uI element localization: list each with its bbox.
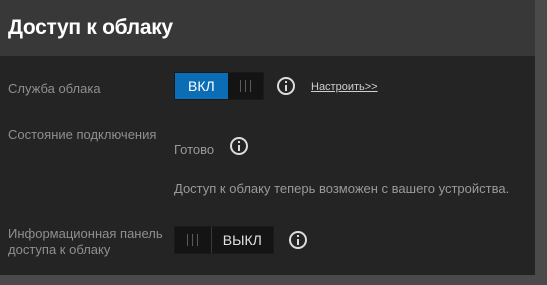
toggle-off-label: ВЫКЛ [210,227,273,253]
dashboard-access-label: Информационная панель доступа к облаку [8,226,163,257]
cloud-service-label: Служба облака [8,81,101,96]
dashboard-access-toggle[interactable]: ВЫКЛ [174,226,274,254]
connection-status-info-icon[interactable] [230,137,248,155]
toggle-on-label: ВКЛ [175,73,228,99]
connection-status-value: Готово [174,142,215,157]
toggle-grip-icon [227,73,263,99]
toggle-grip-icon [175,227,211,253]
cloud-service-info-icon[interactable] [277,77,295,95]
cloud-access-panel: Доступ к облаку Служба облака ВКЛ Настро… [0,0,535,275]
connection-status-message: Доступ к облаку теперь возможен с вашего… [174,181,510,196]
page-title: Доступ к облаку [8,16,173,39]
configure-link[interactable]: Настроить>> [311,81,378,93]
connection-status-label: Состояние подключения [8,127,157,142]
cloud-service-toggle[interactable]: ВКЛ [174,72,264,100]
panel-header: Доступ к облаку [0,0,535,56]
dashboard-access-info-icon[interactable] [289,231,307,249]
